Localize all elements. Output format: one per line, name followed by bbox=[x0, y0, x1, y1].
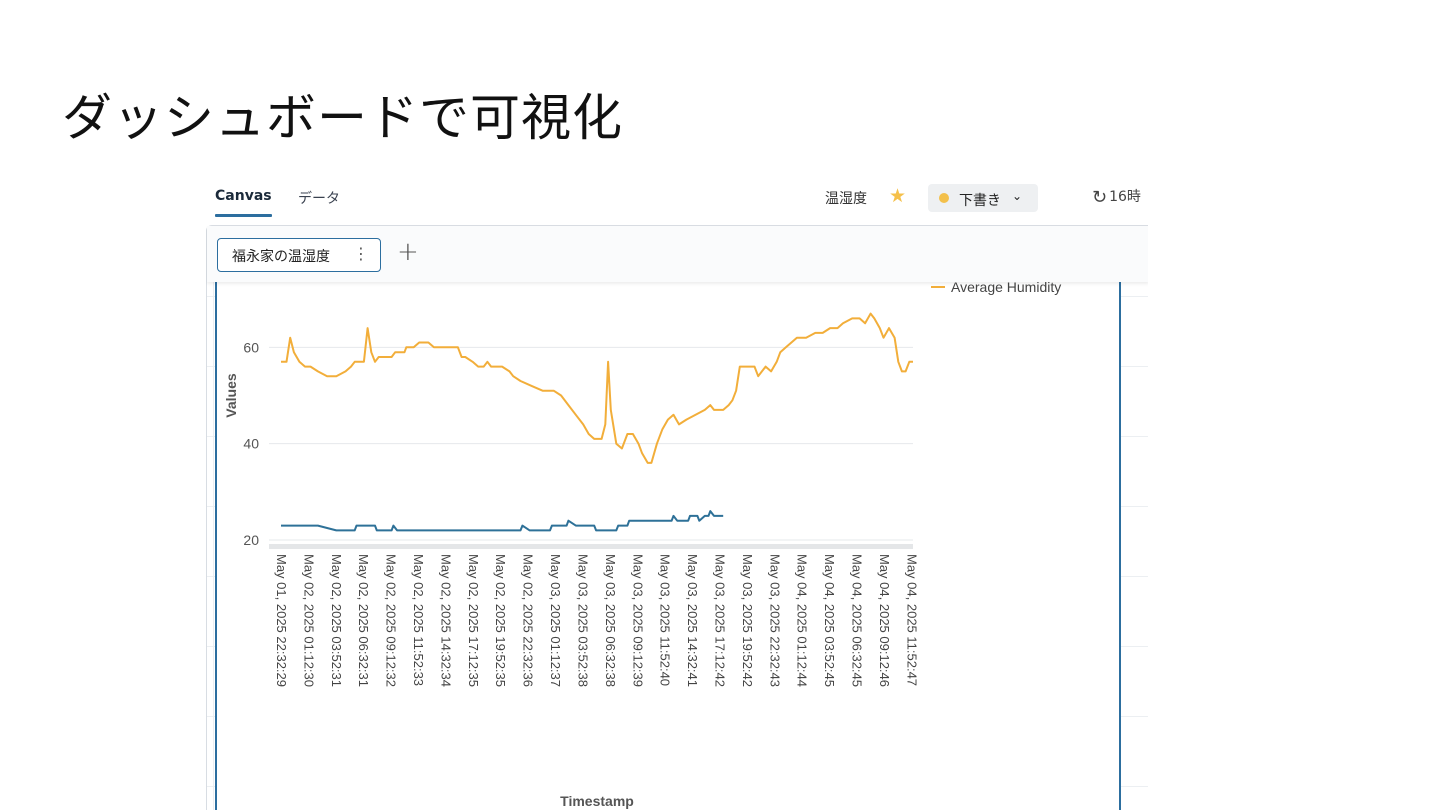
x-tick-label-20: May 04, 2025 03:52:45 bbox=[822, 554, 837, 687]
line-chart: 20406080May 01, 2025 22:32:29May 02, 202… bbox=[223, 258, 1085, 809]
slide-title: ダッシュボードで可視化 bbox=[62, 89, 623, 147]
status-label: 下書き bbox=[959, 193, 1001, 209]
x-tick-label-0: May 01, 2025 22:32:29 bbox=[274, 554, 289, 687]
refresh-icon: ↻ bbox=[1092, 187, 1108, 208]
plus-icon[interactable]: + bbox=[397, 237, 419, 267]
x-tick-label-11: May 03, 2025 03:52:38 bbox=[575, 554, 590, 687]
dashboard-topbar: Canvas データ 温湿度 ★ 下書き ⌄ ↻ 16時 bbox=[206, 176, 1148, 220]
x-tick-label-21: May 04, 2025 06:32:45 bbox=[849, 554, 864, 687]
x-tick-label-23: May 04, 2025 11:52:47 bbox=[904, 554, 919, 686]
chevron-down-icon: ⌄ bbox=[1012, 189, 1023, 203]
series-line-1 bbox=[281, 312, 913, 464]
x-tick-label-9: May 02, 2025 22:32:36 bbox=[521, 554, 536, 687]
page-bar: 福永家の温湿度 ⋮ + bbox=[207, 226, 1148, 282]
x-tick-label-13: May 03, 2025 09:12:39 bbox=[630, 554, 645, 687]
chart-widget[interactable]: 20406080May 01, 2025 22:32:29May 02, 202… bbox=[215, 256, 1121, 810]
x-tick-label-22: May 04, 2025 09:12:46 bbox=[877, 554, 892, 687]
series-line-0 bbox=[281, 510, 724, 532]
star-icon[interactable]: ★ bbox=[889, 185, 906, 207]
x-tick-label-5: May 02, 2025 11:52:33 bbox=[411, 554, 426, 686]
x-tick-label-10: May 03, 2025 01:12:37 bbox=[548, 554, 563, 687]
y-tick-label-2: 60 bbox=[243, 339, 259, 355]
x-tick-label-7: May 02, 2025 17:12:35 bbox=[466, 554, 481, 687]
x-tick-label-12: May 03, 2025 06:32:38 bbox=[603, 554, 618, 687]
x-tick-label-8: May 02, 2025 19:52:35 bbox=[493, 554, 508, 687]
x-tick-label-4: May 02, 2025 09:12:32 bbox=[384, 554, 399, 687]
x-tick-label-16: May 03, 2025 17:12:42 bbox=[712, 554, 727, 687]
x-tick-label-3: May 02, 2025 06:32:31 bbox=[356, 554, 371, 687]
x-tick-label-18: May 03, 2025 22:32:43 bbox=[767, 554, 782, 687]
canvas-workspace: 福永家の温湿度 ⋮ + 20406080May 01, 2025 22:32:2… bbox=[206, 225, 1148, 810]
x-tick-label-1: May 02, 2025 01:12:30 bbox=[301, 554, 316, 687]
x-tick-label-14: May 03, 2025 11:52:40 bbox=[658, 554, 673, 686]
tab-canvas[interactable]: Canvas bbox=[215, 188, 272, 217]
x-axis-title: Timestamp bbox=[560, 793, 634, 809]
y-axis-title: Values bbox=[223, 373, 239, 418]
x-tick-label-6: May 02, 2025 14:32:34 bbox=[438, 554, 453, 687]
page-tab-label: 福永家の温湿度 bbox=[232, 249, 330, 265]
x-tick-label-15: May 03, 2025 14:32:41 bbox=[685, 554, 700, 687]
dashboard-app: Canvas データ 温湿度 ★ 下書き ⌄ ↻ 16時 福永家の温湿度 ⋮ + … bbox=[206, 176, 1148, 810]
x-tick-label-2: May 02, 2025 03:52:31 bbox=[329, 554, 344, 687]
kebab-menu-icon[interactable]: ⋮ bbox=[353, 244, 369, 263]
refresh-button[interactable]: ↻ 16時 bbox=[1092, 186, 1141, 208]
refresh-label: 16時 bbox=[1109, 189, 1141, 205]
y-tick-label-0: 20 bbox=[243, 532, 259, 548]
dashboard-name: 温湿度 bbox=[825, 191, 867, 207]
x-tick-label-19: May 04, 2025 01:12:44 bbox=[795, 554, 810, 687]
page-tab[interactable]: 福永家の温湿度 ⋮ bbox=[217, 238, 381, 272]
status-dot-icon bbox=[939, 193, 949, 203]
x-tick-label-17: May 03, 2025 19:52:42 bbox=[740, 554, 755, 687]
status-dropdown[interactable]: 下書き ⌄ bbox=[928, 184, 1038, 212]
x-axis-scroll-strip bbox=[269, 544, 913, 549]
tab-data[interactable]: データ bbox=[298, 188, 340, 208]
y-tick-label-1: 40 bbox=[243, 436, 259, 452]
